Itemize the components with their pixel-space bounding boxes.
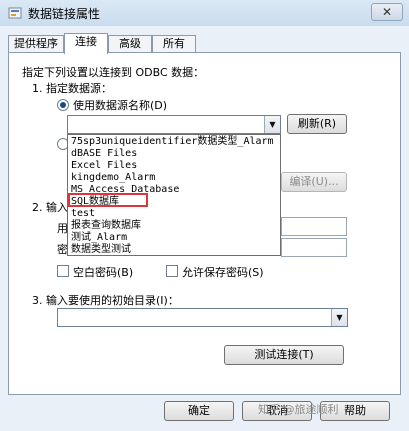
- tab-connection[interactable]: 连接: [64, 33, 108, 54]
- intro-text: 指定下列设置以连接到 ODBC 数据：: [22, 66, 205, 79]
- step1-label: 1. 指定数据源：: [32, 82, 112, 95]
- dsn-combobox[interactable]: ▼: [67, 115, 281, 134]
- watermark: 知乎 @旅途顺利: [258, 403, 339, 416]
- dsn-list-item[interactable]: dBASE Files: [71, 148, 137, 160]
- dsn-list-item[interactable]: test: [71, 208, 95, 220]
- chevron-down-icon[interactable]: ▼: [331, 309, 347, 326]
- blank-password-label: 空白密码(B): [73, 266, 134, 279]
- data-link-icon: [8, 7, 22, 19]
- allow-save-password-label: 允许保存密码(S): [182, 266, 264, 279]
- sql-database-highlight: [68, 193, 148, 207]
- tab-provider[interactable]: 提供程序: [8, 35, 64, 53]
- close-button[interactable]: ✕: [371, 3, 403, 21]
- tab-all[interactable]: 所有: [152, 35, 196, 53]
- dsn-list-item[interactable]: 报表查询数据库: [71, 220, 141, 232]
- dsn-list-item[interactable]: 数据类型测试: [71, 244, 131, 255]
- use-dsn-label: 使用数据源名称(D): [73, 99, 168, 112]
- initial-catalog-combobox[interactable]: ▼: [57, 308, 348, 327]
- ok-button[interactable]: 确定: [164, 401, 234, 421]
- test-connection-button[interactable]: 测试连接(T): [224, 345, 344, 365]
- refresh-button[interactable]: 刷新(R): [287, 114, 347, 134]
- title-bar: 数据链接属性 ✕: [0, 0, 409, 26]
- dsn-list-item[interactable]: 75sp3uniqueidentifier数据类型_Alarm: [71, 136, 274, 148]
- data-link-properties-dialog: 数据链接属性 ✕ 提供程序 连接 高级 所有 指定下列设置以连接到 ODBC 数…: [0, 0, 409, 431]
- dsn-list-item[interactable]: kingdemo_Alarm: [71, 172, 155, 184]
- allow-save-password-checkbox[interactable]: [166, 265, 178, 277]
- step3-label: 3. 输入要使用的初始目录(I)：: [32, 294, 179, 307]
- user-name-input[interactable]: [281, 217, 347, 236]
- window-title: 数据链接属性: [28, 7, 101, 21]
- tab-advanced[interactable]: 高级: [108, 35, 152, 53]
- dsn-list-item[interactable]: Excel Files: [71, 160, 137, 172]
- blank-password-checkbox[interactable]: [57, 265, 69, 277]
- dsn-list-item[interactable]: 测试_Alarm: [71, 232, 127, 244]
- compile-button: 编译(U)...: [281, 172, 347, 192]
- password-input[interactable]: [281, 238, 347, 257]
- step2-label: 2. 输入: [32, 201, 68, 214]
- chevron-down-icon[interactable]: ▼: [264, 116, 280, 133]
- use-dsn-radio[interactable]: [57, 99, 69, 111]
